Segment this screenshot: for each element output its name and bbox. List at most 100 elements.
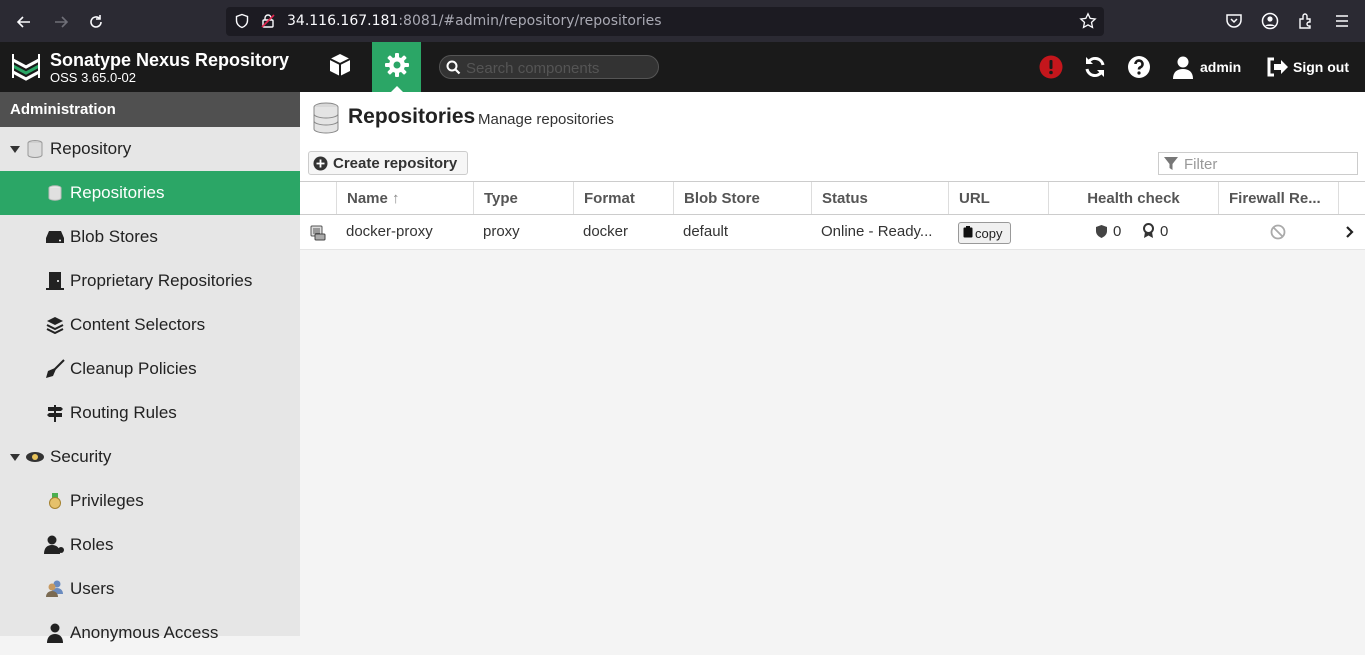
admin-sidebar: Administration Repository Repositories B… <box>0 92 300 643</box>
sidebar-heading: Administration <box>0 92 300 127</box>
admin-mode-button[interactable] <box>372 42 421 93</box>
sidebar-item-label: Routing Rules <box>70 403 177 422</box>
user-icon[interactable] <box>1170 54 1196 80</box>
search-input[interactable] <box>466 58 652 78</box>
sidebar-item-content-selectors[interactable]: Content Selectors <box>0 303 300 347</box>
sign-out-icon[interactable] <box>1264 54 1290 80</box>
column-header-spacer <box>1338 182 1365 214</box>
url-host: 34.116.167.181 <box>287 13 399 29</box>
refresh-icon[interactable] <box>1082 54 1108 80</box>
sidebar-item-repositories[interactable]: Repositories <box>0 171 300 215</box>
plus-circle-icon <box>313 156 328 175</box>
license-ribbon-icon <box>1142 223 1155 244</box>
sidebar-item-proprietary-repositories[interactable]: Proprietary Repositories <box>0 259 300 303</box>
create-repository-button[interactable]: Create repository <box>308 151 468 175</box>
expand-triangle-icon[interactable] <box>10 454 20 461</box>
brand-title: Sonatype Nexus Repository <box>50 50 290 70</box>
column-header-type[interactable]: Type <box>473 182 573 214</box>
security-shield-icon <box>1095 224 1108 244</box>
filter-box[interactable] <box>1158 152 1358 175</box>
nexus-logo[interactable] <box>10 51 42 85</box>
sidebar-item-blob-stores[interactable]: Blob Stores <box>0 215 300 259</box>
sidebar-item-label: Anonymous Access <box>70 623 219 642</box>
database-icon <box>313 102 339 139</box>
sidebar-item-label: Cleanup Policies <box>70 359 197 378</box>
sidebar-item-label: Roles <box>70 535 114 554</box>
page-title: Repositories <box>348 105 476 128</box>
sort-asc-icon: ↑ <box>392 190 400 207</box>
sidebar-item-cleanup-policies[interactable]: Cleanup Policies <box>0 347 300 391</box>
user-name[interactable]: admin <box>1200 59 1241 75</box>
shield-icon[interactable] <box>234 13 250 34</box>
help-icon[interactable] <box>1126 54 1152 80</box>
medal-icon <box>44 490 66 512</box>
sidebar-item-repository[interactable]: Repository <box>0 127 300 171</box>
layers-icon <box>44 314 66 336</box>
users-icon <box>44 578 66 600</box>
sidebar-item-label: Proprietary Repositories <box>70 271 253 290</box>
repo-status: Online - Ready... <box>821 223 933 240</box>
back-icon[interactable] <box>13 11 35 33</box>
cube-icon <box>327 52 353 83</box>
account-icon[interactable] <box>1261 12 1279 35</box>
database-icon <box>24 138 46 160</box>
repo-type: proxy <box>483 223 520 240</box>
column-header-label: Name <box>347 190 388 207</box>
health-license-count: 0 <box>1160 223 1169 240</box>
sidebar-item-roles[interactable]: Roles <box>0 523 300 567</box>
insecure-lock-icon[interactable] <box>260 13 276 34</box>
reload-icon[interactable] <box>85 11 107 33</box>
column-header-status[interactable]: Status <box>811 182 948 214</box>
column-header-name[interactable]: Name ↑ <box>336 182 473 214</box>
pocket-icon[interactable] <box>1225 12 1243 35</box>
sidebar-item-users[interactable]: Users <box>0 567 300 611</box>
browser-toolbar: 34.116.167.181:8081/#admin/repository/re… <box>0 0 1365 42</box>
filter-input[interactable] <box>1184 155 1354 173</box>
sidebar-item-label: Blob Stores <box>70 227 158 246</box>
column-header-format[interactable]: Format <box>573 182 673 214</box>
copy-url-button[interactable]: copy <box>958 222 1011 244</box>
menu-icon[interactable] <box>1333 12 1351 35</box>
hdd-icon <box>44 226 66 248</box>
sidebar-item-label: Privileges <box>70 491 144 510</box>
door-icon <box>44 270 66 292</box>
sidebar-item-anonymous-access[interactable]: Anonymous Access <box>0 611 300 655</box>
filter-icon <box>1163 156 1179 177</box>
create-repository-label: Create repository <box>333 154 458 172</box>
address-bar[interactable]: 34.116.167.181:8081/#admin/repository/re… <box>226 7 1104 36</box>
table-row[interactable]: docker-proxy proxy docker default Online… <box>300 215 1365 250</box>
database-icon <box>44 182 66 204</box>
user-key-icon <box>44 534 66 556</box>
disabled-icon <box>1270 224 1286 245</box>
column-header-url[interactable]: URL <box>948 182 1048 214</box>
sidebar-item-label: Repositories <box>70 183 165 202</box>
column-header-blob-store[interactable]: Blob Store <box>673 182 811 214</box>
sign-out-link[interactable]: Sign out <box>1293 59 1349 75</box>
police-icon <box>24 446 46 468</box>
sidebar-item-privileges[interactable]: Privileges <box>0 479 300 523</box>
column-header-health-check[interactable]: Health check <box>1048 182 1218 214</box>
sidebar-item-label: Repository <box>50 139 132 158</box>
repositories-panel: Repositories Manage repositories Create … <box>300 92 1365 250</box>
sidebar-item-routing-rules[interactable]: Routing Rules <box>0 391 300 435</box>
chevron-right-icon[interactable] <box>1345 225 1355 244</box>
repo-name: docker-proxy <box>346 223 433 240</box>
signpost-icon <box>44 402 66 424</box>
sidebar-item-label: Content Selectors <box>70 315 206 334</box>
forward-icon[interactable] <box>50 11 72 33</box>
expand-triangle-icon[interactable] <box>10 146 20 153</box>
repo-format: docker <box>583 223 629 240</box>
column-header-firewall[interactable]: Firewall Re... <box>1218 182 1338 214</box>
sidebar-item-security[interactable]: Security <box>0 435 300 479</box>
main-panel: Repositories Manage repositories Create … <box>300 92 1365 636</box>
sidebar-item-label: Security <box>50 447 112 466</box>
repo-blob-store: default <box>683 223 729 240</box>
search-box[interactable] <box>439 55 659 79</box>
health-security-count: 0 <box>1113 223 1122 240</box>
bookmark-star-icon[interactable] <box>1079 12 1097 35</box>
alert-icon[interactable] <box>1038 54 1064 80</box>
page-subtitle: Manage repositories <box>478 111 614 128</box>
extensions-icon[interactable] <box>1297 12 1315 35</box>
sidebar-item-label: Users <box>70 579 115 598</box>
browse-mode-button[interactable] <box>316 42 364 92</box>
